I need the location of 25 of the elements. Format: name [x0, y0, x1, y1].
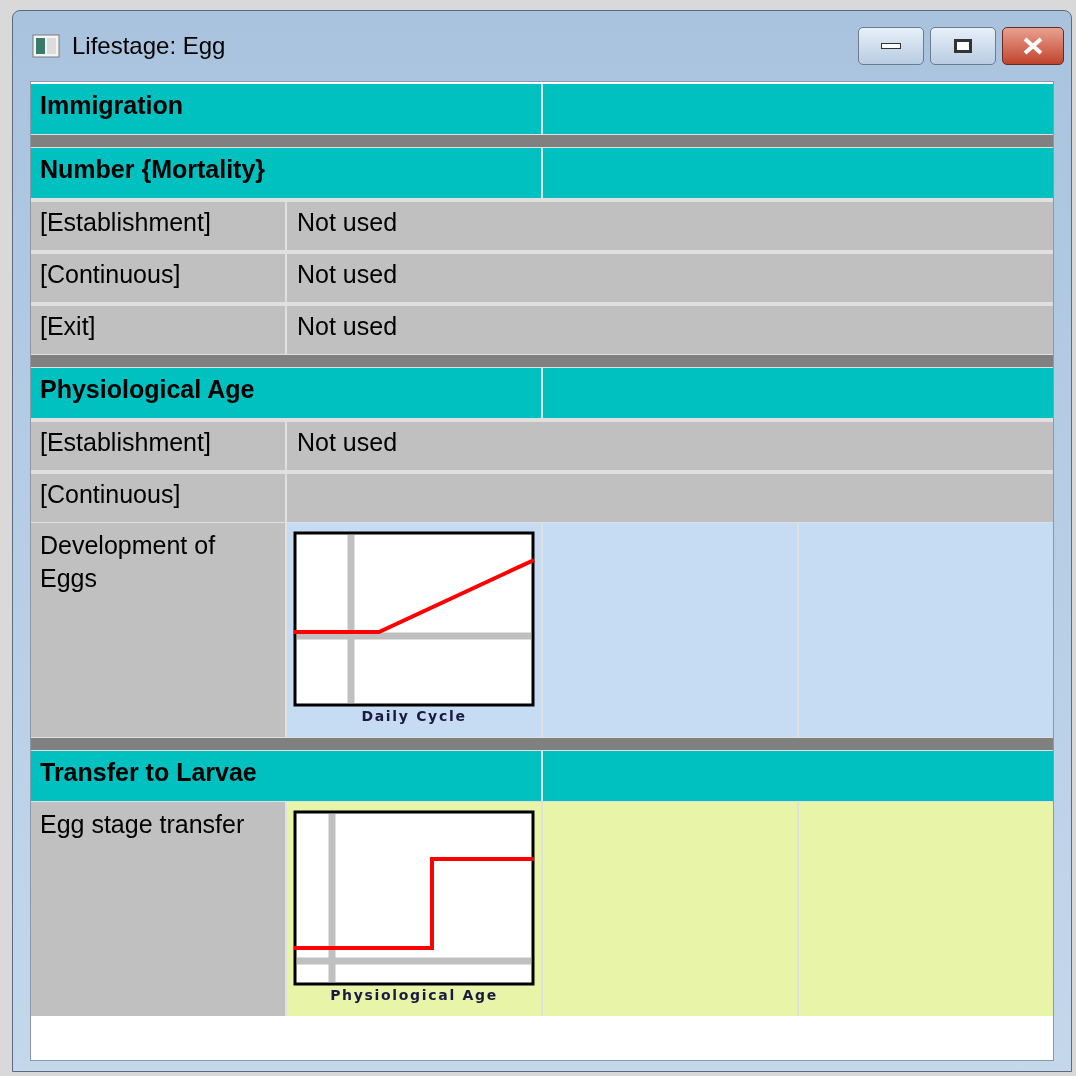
axis-label: Daily Cycle — [361, 709, 467, 723]
row-label: [Continuous] — [31, 254, 285, 302]
row-label: [Exit] — [31, 306, 285, 354]
close-icon — [1022, 37, 1044, 55]
row-label: [Establishment] — [31, 202, 285, 250]
row-value: Not used — [287, 422, 1053, 470]
minimize-button[interactable] — [858, 27, 924, 65]
row-label: [Continuous] — [31, 474, 285, 522]
window-title: Lifestage: Egg — [72, 31, 226, 61]
section-header: Physiological Age — [31, 368, 541, 418]
app-icon — [32, 34, 60, 58]
graph-cell[interactable]: Physiological Age — [287, 802, 541, 1016]
axis-label: Physiological Age — [330, 988, 498, 1002]
section-header: Transfer to Larvae — [31, 751, 541, 801]
section-header: Number {Mortality} — [31, 148, 541, 198]
row-label: [Establishment] — [31, 422, 285, 470]
maximize-button[interactable] — [930, 27, 996, 65]
close-button[interactable] — [1002, 27, 1064, 65]
graph-cell[interactable]: Daily Cycle — [287, 523, 541, 737]
row-value: Not used — [287, 306, 1053, 354]
section-header: Immigration — [31, 84, 541, 134]
row-value: Not used — [287, 202, 1053, 250]
row-label: Development of Eggs — [31, 523, 285, 737]
row-label: Egg stage transfer — [31, 802, 285, 1016]
row-value: Not used — [287, 254, 1053, 302]
